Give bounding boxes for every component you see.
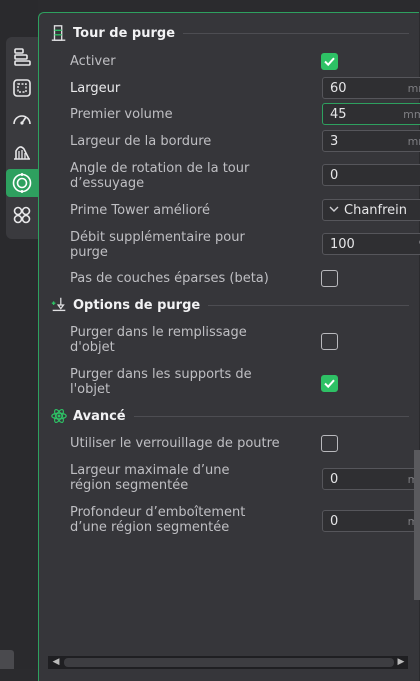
input-value: 60	[330, 81, 347, 96]
section-title: Avancé	[73, 408, 126, 424]
section-divider	[208, 304, 409, 306]
setting-label: Largeur	[70, 81, 121, 96]
scroll-left-icon[interactable]: ◀	[51, 658, 61, 667]
setting-label: Angle de rotation de la tour d’essuyage	[70, 161, 250, 191]
section-divider	[133, 415, 409, 417]
setting-label: Débit supplémentaire pour purge	[70, 230, 245, 260]
no-sparse-checkbox[interactable]	[321, 270, 338, 287]
chevron-down-icon	[329, 206, 339, 212]
input-value: 3	[330, 134, 339, 149]
bottom-left-tab[interactable]	[0, 650, 14, 669]
section-purge: Options de purge	[49, 295, 409, 315]
tab-support[interactable]	[6, 137, 38, 165]
section-divider	[183, 32, 409, 34]
prime-volume-input[interactable]: 45 mm³	[322, 103, 420, 125]
purge-options-icon	[49, 295, 69, 315]
tower-icon	[49, 23, 69, 43]
input-value: 100	[330, 237, 355, 252]
purge-support-checkbox[interactable]	[321, 375, 338, 392]
infill-grid-icon	[13, 79, 31, 97]
width-input[interactable]: 60 mm	[322, 77, 420, 99]
setting-label: Profondeur d’emboîtement d’une région se…	[70, 505, 246, 535]
tab-speed[interactable]	[6, 106, 38, 134]
improved-tower-select[interactable]: Chanfrein	[322, 199, 420, 221]
input-unit: mm	[407, 82, 420, 95]
setting-label: Premier volume	[70, 107, 173, 122]
layers-icon	[14, 48, 31, 66]
input-value: 45	[330, 107, 347, 122]
input-value: 0	[330, 168, 339, 183]
section-advanced: Avancé	[49, 406, 409, 426]
input-value: 0	[330, 472, 339, 487]
support-icon	[14, 146, 30, 160]
settings-tab-strip	[6, 37, 38, 239]
checkmark-icon	[324, 57, 335, 67]
scrollbar-thumb[interactable]	[64, 658, 394, 667]
section-tower: Tour de purge	[49, 23, 409, 43]
purge-tower-icon	[12, 173, 32, 193]
scroll-right-icon[interactable]: ▶	[396, 658, 406, 667]
section-title: Tour de purge	[73, 25, 176, 41]
section-title: Options de purge	[73, 297, 201, 313]
tab-multimaterial[interactable]	[6, 169, 38, 197]
enable-checkbox[interactable]	[321, 53, 338, 70]
checkmark-icon	[324, 379, 335, 389]
others-icon	[13, 206, 31, 224]
tab-strength[interactable]	[6, 74, 38, 102]
settings-panel: Tour de purge Activer Largeur 60 mm Prem…	[38, 12, 420, 681]
setting-label: Prime Tower amélioré	[70, 203, 211, 218]
tab-quality[interactable]	[6, 43, 38, 71]
setting-label: Purger dans le remplissage d'objet	[70, 325, 247, 355]
advanced-atom-icon	[49, 406, 69, 426]
segment-depth-input[interactable]: 0 mm	[322, 510, 420, 532]
brim-width-input[interactable]: 3 mm	[322, 130, 420, 152]
vertical-scrollbar[interactable]	[414, 450, 420, 600]
select-value: Chanfrein	[344, 203, 408, 218]
beam-lock-checkbox[interactable]	[321, 435, 338, 452]
setting-label: Largeur maximale d’une région segmentée	[70, 463, 230, 493]
setting-label: Utiliser le verrouillage de poutre	[70, 436, 280, 451]
input-unit: mm³	[403, 108, 420, 121]
extra-flow-input[interactable]: 100 %	[322, 233, 420, 255]
setting-label: Largeur de la bordure	[70, 134, 212, 149]
setting-label: Pas de couches éparses (beta)	[70, 271, 269, 286]
speed-gauge-icon	[13, 115, 31, 125]
rotation-angle-input[interactable]: 0 °	[322, 164, 420, 186]
input-value: 0	[330, 514, 339, 529]
segment-width-input[interactable]: 0 mm	[322, 468, 420, 490]
horizontal-scrollbar[interactable]: ◀ ▶	[48, 656, 408, 669]
input-unit: mm	[407, 135, 420, 148]
tab-others[interactable]	[6, 201, 38, 229]
purge-infill-checkbox[interactable]	[321, 333, 338, 350]
setting-label: Activer	[70, 54, 116, 69]
setting-label: Purger dans les supports de l'objet	[70, 367, 252, 397]
